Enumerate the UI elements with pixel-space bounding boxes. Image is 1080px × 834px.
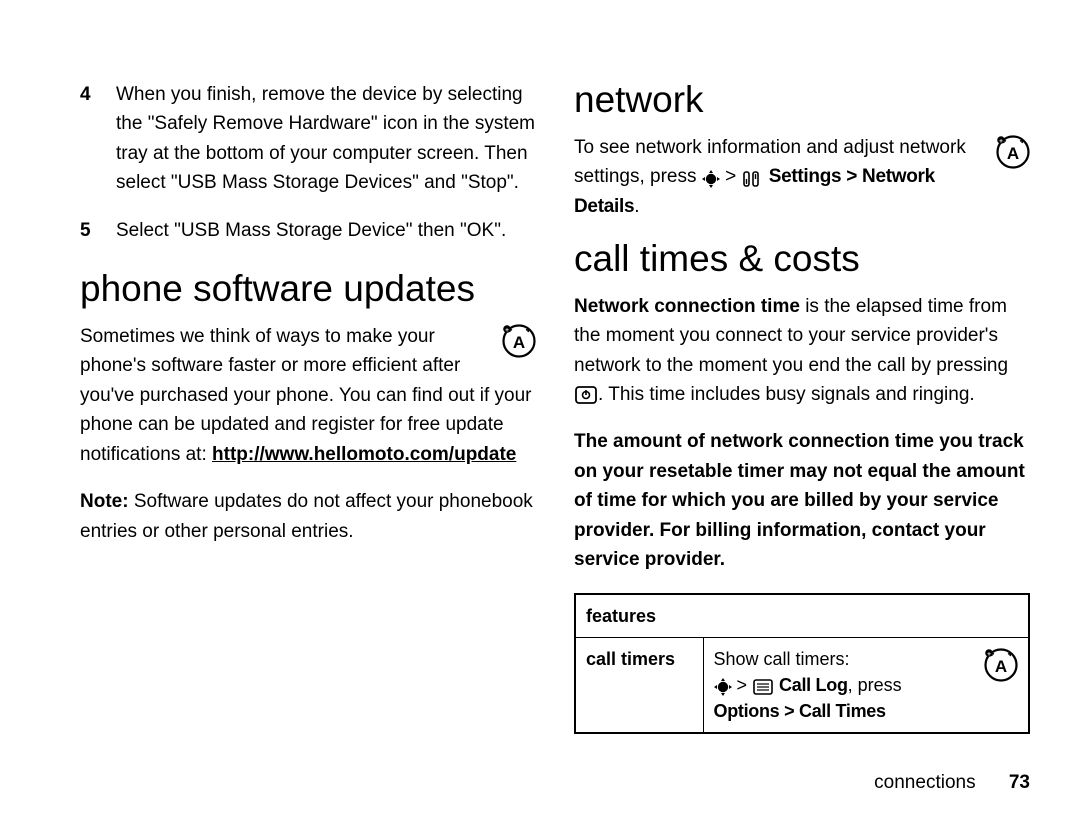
antenna-icon (996, 135, 1030, 169)
end-key-icon (574, 385, 598, 405)
calls-paragraph-1: Network connection time is the elapsed t… (574, 292, 1030, 410)
note-text: Software updates do not affect your phon… (80, 491, 533, 541)
antenna-icon (984, 648, 1018, 682)
call-log-label: Call Log (779, 675, 848, 695)
left-column: 4 When you finish, remove the device by … (80, 80, 536, 734)
right-column: network To see network information and a… (574, 80, 1030, 734)
updates-paragraph: Sometimes we think of ways to make your … (80, 322, 536, 469)
heading-phone-updates: phone software updates (80, 269, 536, 310)
network-paragraph: To see network information and adjust ne… (574, 133, 1030, 221)
table-row-content: Show call timers: > Call Log, press Opti… (703, 637, 1029, 733)
updates-note: Note: Software updates do not affect you… (80, 487, 536, 546)
footer-section: connections (874, 772, 975, 793)
step-5: 5 Select "USB Mass Storage Device" then … (80, 216, 536, 245)
calls-tail: . This time includes busy signals and ri… (598, 384, 975, 405)
settings-icon (741, 168, 763, 186)
heading-network: network (574, 80, 1030, 121)
table-row-label: call timers (575, 637, 703, 733)
press-text: , press (848, 675, 902, 695)
note-label: Note: (80, 491, 129, 512)
heading-call-times: call times & costs (574, 239, 1030, 280)
page-footer: connections 73 (874, 772, 1030, 794)
table-header: features (575, 594, 1029, 638)
step-number: 5 (80, 216, 116, 245)
gt: > (737, 675, 753, 695)
nav-key-icon (702, 168, 720, 186)
calls-bold-lead: Network connection time (574, 296, 800, 317)
call-log-icon (752, 677, 774, 695)
options-path: Options > Call Times (714, 701, 886, 721)
footer-page-number: 73 (1009, 772, 1030, 793)
updates-url: http://www.hellomoto.com/update (212, 444, 516, 465)
step-4: 4 When you finish, remove the device by … (80, 80, 536, 198)
nav-key-icon (714, 677, 732, 695)
period: . (634, 196, 639, 217)
gt1: > (725, 166, 741, 187)
antenna-icon (502, 324, 536, 358)
step-number: 4 (80, 80, 116, 198)
calls-paragraph-2: The amount of network connection time yo… (574, 427, 1030, 574)
show-timers: Show call timers: (714, 649, 850, 669)
step-text: When you finish, remove the device by se… (116, 80, 536, 198)
step-text: Select "USB Mass Storage Device" then "O… (116, 216, 536, 245)
features-table: features call timers Show call timers: >… (574, 593, 1030, 734)
